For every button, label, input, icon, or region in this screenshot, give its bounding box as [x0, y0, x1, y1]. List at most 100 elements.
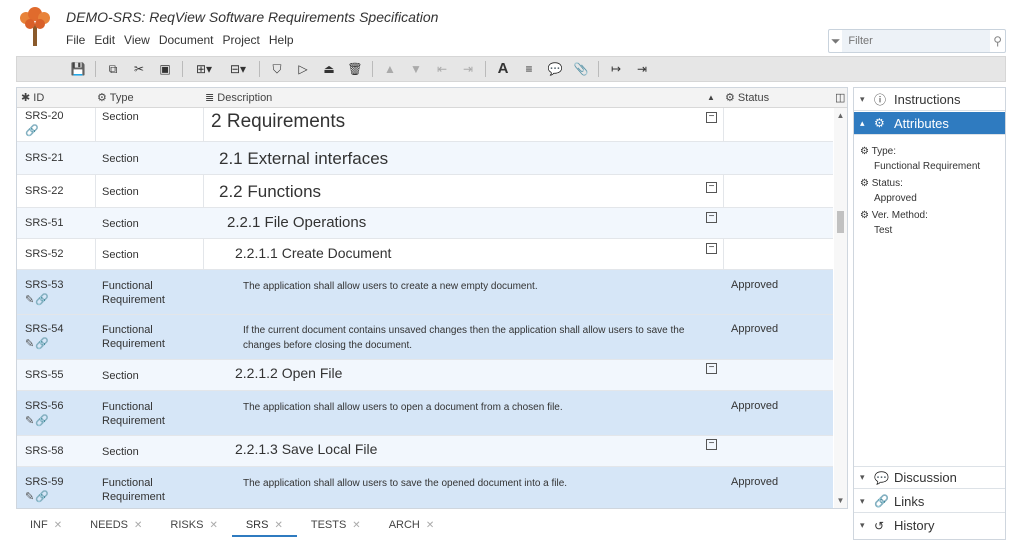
tab-tests[interactable]: TESTS ✕ — [297, 513, 375, 537]
toolbar-separator — [485, 61, 486, 77]
column-header-status[interactable]: ⚙ Status — [725, 91, 769, 104]
align-icon[interactable]: ≡ — [516, 58, 542, 80]
table-row[interactable]: SRS-20 🔗 Section 2 Requirements − — [17, 108, 833, 142]
column-header-id[interactable]: ✱ ID — [21, 91, 44, 104]
attributes-panel-header[interactable]: ▴ ⚙ Attributes — [854, 112, 1005, 135]
eject-icon[interactable]: ⏏ — [316, 58, 342, 80]
tab-needs[interactable]: NEEDS ✕ — [76, 513, 156, 537]
menu-help[interactable]: Help — [269, 33, 294, 47]
row-id-label: SRS-59 — [25, 476, 64, 488]
collapse-icon[interactable]: − — [706, 363, 717, 374]
attribute-value[interactable]: Approved — [860, 193, 980, 204]
menu-view[interactable]: View — [124, 33, 150, 47]
move-up-icon[interactable]: ▲ — [377, 58, 403, 80]
row-id-label: SRS-56 — [25, 400, 64, 412]
table-row[interactable]: SRS-22 Section 2.2 Functions − — [17, 175, 833, 208]
toolbar-separator — [95, 61, 96, 77]
menu-project[interactable]: Project — [223, 33, 260, 47]
document-tabs: INF ✕ NEEDS ✕ RISKS ✕ SRS ✕ TESTS ✕ ARCH ✕ — [16, 513, 448, 537]
tab-risks[interactable]: RISKS ✕ — [156, 513, 231, 537]
discussion-panel-header[interactable]: ▾ 💬 Discussion — [854, 466, 1005, 489]
columns-toggle-icon[interactable]: ◫ — [835, 91, 845, 104]
edit-link-icons: ✎🔗 — [25, 294, 50, 306]
table-row[interactable]: SRS-54 ✎🔗 Functional Requirement If the c… — [17, 315, 833, 360]
row-id: SRS-51 — [25, 217, 64, 229]
indent-icon[interactable]: ⇥ — [455, 58, 481, 80]
attribute-value[interactable]: Test — [860, 225, 980, 236]
copy-icon[interactable]: ⧉ — [100, 58, 126, 80]
info-icon: ⓘ — [874, 92, 887, 107]
filter-input[interactable] — [842, 30, 991, 52]
close-icon[interactable]: ✕ — [134, 520, 142, 531]
text-format-icon[interactable]: A — [490, 58, 516, 80]
table-row[interactable]: SRS-53 ✎🔗 Functional Requirement The appl… — [17, 270, 833, 315]
menu-file[interactable]: File — [66, 33, 85, 47]
scroll-down-icon[interactable]: ▼ — [834, 496, 847, 505]
insert-icon[interactable]: ⊞▾ — [187, 58, 221, 80]
table-row[interactable]: SRS-56 ✎🔗 Functional Requirement The appl… — [17, 391, 833, 436]
table-row[interactable]: SRS-59 ✎🔗 Functional Requirement The appl… — [17, 467, 833, 508]
collapse-icon[interactable]: − — [706, 182, 717, 193]
links-panel-header[interactable]: ▾ 🔗 Links — [854, 490, 1005, 513]
scrollbar-thumb[interactable] — [837, 211, 844, 233]
column-header-description-label: Description — [217, 92, 273, 104]
filter-rows-icon[interactable]: ⛉ — [264, 58, 290, 80]
collapse-icon[interactable]: − — [706, 212, 717, 223]
scroll-up-icon[interactable]: ▲ — [834, 111, 847, 120]
edit-link-icons: ✎🔗 — [25, 415, 50, 427]
sort-asc-icon[interactable]: ▲ — [707, 93, 715, 102]
attribute-value[interactable]: Functional Requirement — [860, 161, 980, 172]
attribute-ver-method: ⚙ Ver. Method: Test — [860, 210, 980, 236]
trash-icon[interactable]: 🗑 — [342, 58, 368, 80]
delete-menu-icon[interactable]: ⊟▾ — [221, 58, 255, 80]
tab-inf[interactable]: INF ✕ — [16, 513, 76, 537]
table-row[interactable]: SRS-21 Section 2.1 External interfaces — [17, 142, 833, 175]
row-description: The application shall allow users to sav… — [243, 478, 568, 489]
cut-icon[interactable]: ✂ — [126, 58, 152, 80]
instructions-panel-header[interactable]: ▾ ⓘ Instructions — [854, 88, 1005, 111]
outdent-icon[interactable]: ⇤ — [429, 58, 455, 80]
row-id-label: SRS-53 — [25, 279, 64, 291]
chevron-down-icon: ▾ — [860, 495, 865, 506]
requirements-table: ✱ ID ⚙ Type ≣ Description ▲ ⚙ Status ◫ S… — [16, 87, 848, 509]
table-row[interactable]: SRS-51 Section 2.2.1 File Operations − — [17, 208, 833, 239]
paste-icon[interactable]: ▣ — [152, 58, 178, 80]
collapse-icon[interactable]: − — [706, 439, 717, 450]
attribute-label: ⚙ Status: — [860, 178, 903, 189]
close-icon[interactable]: ✕ — [274, 520, 282, 531]
tab-srs[interactable]: SRS ✕ — [231, 513, 297, 537]
attribute-label: ⚙ Type: — [860, 146, 897, 157]
table-row[interactable]: SRS-55 Section 2.2.1.2 Open File − — [17, 360, 833, 391]
menu-document[interactable]: Document — [159, 33, 214, 47]
attribute-label-text: Ver. Method: — [871, 210, 928, 221]
vertical-scrollbar[interactable]: ▲ ▼ — [834, 108, 847, 508]
link-in-icon[interactable]: ⇥ — [629, 58, 655, 80]
save-icon[interactable]: 💾 — [65, 58, 91, 80]
menu-edit[interactable]: Edit — [94, 33, 115, 47]
table-row[interactable]: SRS-58 Section 2.2.1.3 Save Local File − — [17, 436, 833, 467]
move-down-icon[interactable]: ▼ — [403, 58, 429, 80]
row-id: SRS-53 ✎🔗 — [25, 279, 64, 306]
close-icon[interactable]: ✕ — [209, 520, 217, 531]
close-icon[interactable]: ✕ — [352, 520, 360, 531]
row-type: Section — [102, 249, 139, 261]
toolbar-separator — [259, 61, 260, 77]
comment-icon[interactable]: 💬 — [542, 58, 568, 80]
row-type: Section — [102, 218, 139, 230]
chevron-down-icon: ▾ — [860, 520, 865, 530]
close-icon[interactable]: ✕ — [54, 520, 62, 531]
history-icon: ↺ — [874, 518, 885, 533]
history-panel-header[interactable]: ▾ ↺ History — [854, 514, 1005, 537]
link-out-icon[interactable]: ↦ — [603, 58, 629, 80]
column-header-description[interactable]: ≣ Description — [205, 91, 272, 104]
tab-arch[interactable]: ARCH ✕ — [375, 513, 449, 537]
close-icon[interactable]: ✕ — [426, 520, 434, 531]
column-header-type[interactable]: ⚙ Type — [97, 91, 134, 104]
tag-icon[interactable]: ▷ — [290, 58, 316, 80]
collapse-icon[interactable]: − — [706, 243, 717, 254]
attachment-icon[interactable]: 📎 — [568, 58, 594, 80]
search-icon[interactable]: ⚲ — [990, 34, 1005, 48]
attribute-label-text: Status: — [871, 178, 903, 189]
table-row[interactable]: SRS-52 Section 2.2.1.1 Create Document − — [17, 239, 833, 270]
collapse-icon[interactable]: − — [706, 112, 717, 123]
